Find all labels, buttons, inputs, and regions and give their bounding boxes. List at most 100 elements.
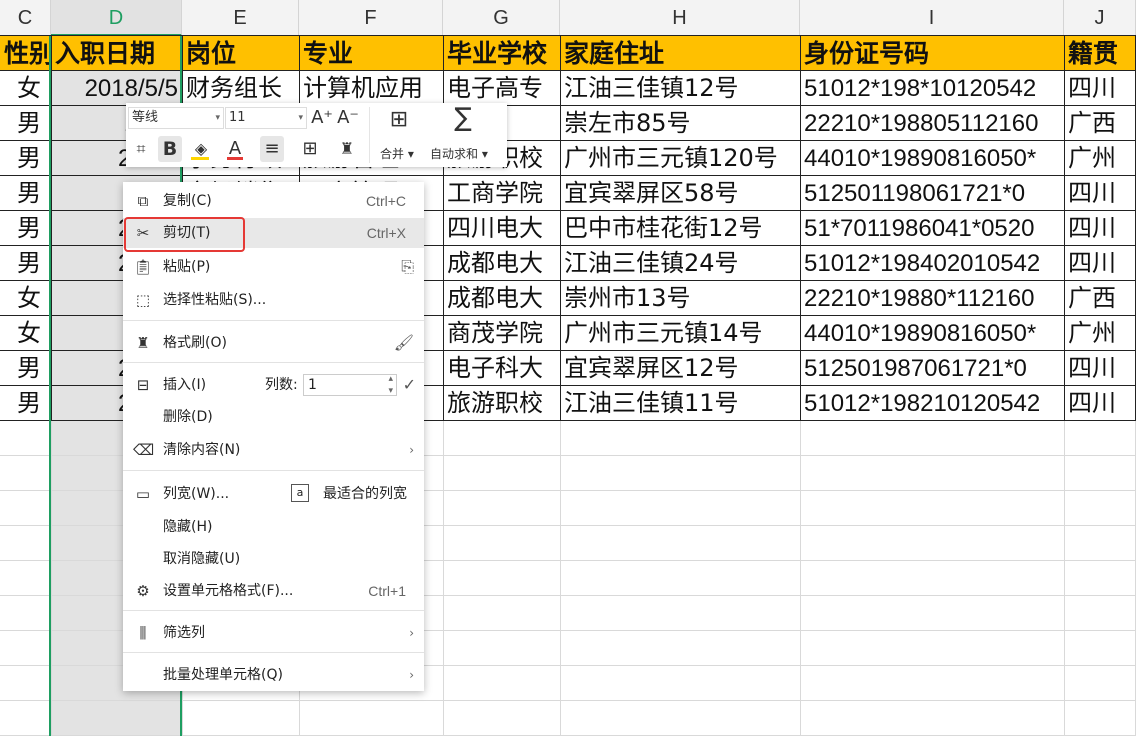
cell-gender[interactable]: 女	[0, 71, 51, 106]
cell-school[interactable]: 商茂学院	[443, 316, 560, 351]
cell-hometown[interactable]: 四川	[1064, 176, 1136, 211]
column-header-i[interactable]: I	[800, 0, 1064, 36]
menu-item-clear-contents[interactable]: ⌫ 清除内容(N) ›	[123, 435, 424, 465]
cell-id-number[interactable]: 51012*198402010542	[800, 246, 1064, 281]
font-color-icon[interactable]: A	[224, 136, 246, 162]
column-header-d[interactable]: D	[51, 0, 182, 36]
merge-icon[interactable]: ⊞	[384, 107, 414, 133]
cell-id-number[interactable]: 22210*198805112160	[800, 106, 1064, 141]
cell-address[interactable]: 崇州市13号	[560, 281, 800, 316]
menu-item-unhide[interactable]: 取消隐藏(U)	[123, 544, 424, 574]
cell-address[interactable]: 巴中市桂花街12号	[560, 211, 800, 246]
font-name-select[interactable]: 等线 ▾	[128, 107, 224, 129]
format-painter-icon[interactable]: ♜	[336, 136, 358, 162]
bold-button[interactable]: B	[158, 136, 182, 162]
cell-address[interactable]: 广州市三元镇120号	[560, 141, 800, 176]
cell-gender[interactable]: 男	[0, 351, 51, 386]
column-header-e[interactable]: E	[182, 0, 299, 36]
paste-options-icon[interactable]: ⎘	[401, 252, 414, 282]
cell-school[interactable]: 旅游职校	[443, 386, 560, 421]
menu-item-paste[interactable]: 📋︎ 粘贴(P) ⎘	[123, 252, 424, 282]
cell-hometown[interactable]: 广西	[1064, 106, 1136, 141]
column-header-f[interactable]: F	[299, 0, 443, 36]
menu-item-format-cells[interactable]: ⚙ 设置单元格格式(F)... Ctrl+1	[123, 576, 424, 606]
menu-item-filter-column[interactable]: ⫼ 筛选列 ›	[123, 618, 424, 648]
wrap-text-icon[interactable]: ⌗	[130, 136, 152, 162]
cell-school[interactable]: 毕业学校	[443, 36, 560, 71]
cell-id-number[interactable]: 44010*19890816050*	[800, 316, 1064, 351]
cell-id-number[interactable]: 51*7011986041*0520	[800, 211, 1064, 246]
cell-address[interactable]: 江油三佳镇11号	[560, 386, 800, 421]
menu-item-hide[interactable]: 隐藏(H)	[123, 512, 424, 542]
cell-address[interactable]: 崇左市85号	[560, 106, 800, 141]
border-icon[interactable]: ⊞	[298, 136, 322, 162]
fill-color-icon[interactable]: ◈	[188, 136, 214, 162]
cell-hire-date[interactable]: 入职日期	[51, 36, 182, 71]
cell-id-number[interactable]: 22210*19880*112160	[800, 281, 1064, 316]
cell-gender[interactable]: 男	[0, 106, 51, 141]
shrink-font-button[interactable]: A⁻	[337, 105, 359, 131]
grow-font-button[interactable]: A⁺	[311, 105, 333, 131]
best-fit-button[interactable]: 最适合的列宽	[323, 479, 407, 509]
cell-gender[interactable]: 男	[0, 176, 51, 211]
cell-gender[interactable]: 女	[0, 316, 51, 351]
cell-address[interactable]: 宜宾翠屏区58号	[560, 176, 800, 211]
cell-address[interactable]: 宜宾翠屏区12号	[560, 351, 800, 386]
cell-id-number[interactable]: 44010*19890816050*	[800, 141, 1064, 176]
menu-item-column-width[interactable]: ▭ 列宽(W)... a 最适合的列宽	[123, 479, 424, 509]
cell-id-number[interactable]: 512501987061721*0	[800, 351, 1064, 386]
cell-school[interactable]: 成都电大	[443, 281, 560, 316]
cell-gender[interactable]: 女	[0, 281, 51, 316]
cell-gender[interactable]: 男	[0, 386, 51, 421]
menu-item-delete[interactable]: 删除(D)	[123, 402, 424, 432]
cell-id-number[interactable]: 512501198061721*0	[800, 176, 1064, 211]
cell-position[interactable]: 财务组长	[182, 71, 299, 106]
stepper-icon[interactable]: ▴ ▾	[388, 373, 393, 397]
cell-school[interactable]: 电子科大	[443, 351, 560, 386]
cell-hometown[interactable]: 四川	[1064, 351, 1136, 386]
cell-hometown[interactable]: 广州	[1064, 141, 1136, 176]
cell-hometown[interactable]: 广州	[1064, 316, 1136, 351]
check-icon[interactable]: ✓	[403, 370, 416, 400]
cell-hometown[interactable]: 四川	[1064, 71, 1136, 106]
font-size-select[interactable]: 11 ▾	[225, 107, 307, 129]
menu-item-batch-process[interactable]: 批量处理单元格(Q) ›	[123, 660, 424, 690]
cell-major[interactable]: 计算机应用	[299, 71, 443, 106]
cell-id-number[interactable]: 51012*198210120542	[800, 386, 1064, 421]
cell-address[interactable]: 江油三佳镇24号	[560, 246, 800, 281]
cell-school[interactable]: 四川电大	[443, 211, 560, 246]
cell-hometown[interactable]: 四川	[1064, 386, 1136, 421]
autosum-button[interactable]: 自动求和 ▾	[430, 145, 488, 162]
cell-gender[interactable]: 男	[0, 211, 51, 246]
column-header-g[interactable]: G	[443, 0, 560, 36]
cell-school[interactable]: 工商学院	[443, 176, 560, 211]
cell-hometown[interactable]: 四川	[1064, 246, 1136, 281]
col-count-input[interactable]: 1 ▴ ▾	[303, 374, 397, 396]
cell-address[interactable]: 家庭住址	[560, 36, 800, 71]
sigma-icon[interactable]: ∑	[448, 105, 478, 131]
cell-id-number[interactable]: 身份证号码	[800, 36, 1064, 71]
menu-item-paste-special[interactable]: ⬚ 选择性粘贴(S)...	[123, 285, 424, 315]
format-painter-lock-icon[interactable]: 🖌︎	[394, 328, 414, 358]
cell-gender[interactable]: 男	[0, 141, 51, 176]
column-header-j[interactable]: J	[1064, 0, 1136, 36]
merge-button[interactable]: 合并 ▾	[380, 145, 414, 162]
cell-address[interactable]: 江油三佳镇12号	[560, 71, 800, 106]
cell-hometown[interactable]: 四川	[1064, 211, 1136, 246]
menu-item-insert[interactable]: ⊟ 插入(I) 列数: 1 ▴ ▾ ✓	[123, 370, 424, 400]
column-header-h[interactable]: H	[560, 0, 800, 36]
align-icon[interactable]: ≡	[260, 136, 284, 162]
column-header-c[interactable]: C	[0, 0, 51, 36]
cell-hometown[interactable]: 籍贯	[1064, 36, 1136, 71]
cell-school[interactable]: 电子高专	[443, 71, 560, 106]
cell-gender[interactable]: 性别	[0, 36, 51, 71]
cell-id-number[interactable]: 51012*198*10120542	[800, 71, 1064, 106]
menu-item-copy[interactable]: ⧉ 复制(C) Ctrl+C	[123, 186, 424, 216]
cell-gender[interactable]: 男	[0, 246, 51, 281]
cell-school[interactable]: 成都电大	[443, 246, 560, 281]
cell-position[interactable]: 岗位	[182, 36, 299, 71]
cell-major[interactable]: 专业	[299, 36, 443, 71]
cell-hire-date[interactable]: 2018/5/5	[51, 71, 182, 106]
menu-item-format-painter[interactable]: ♜ 格式刷(O) 🖌︎	[123, 328, 424, 358]
cell-hometown[interactable]: 广西	[1064, 281, 1136, 316]
